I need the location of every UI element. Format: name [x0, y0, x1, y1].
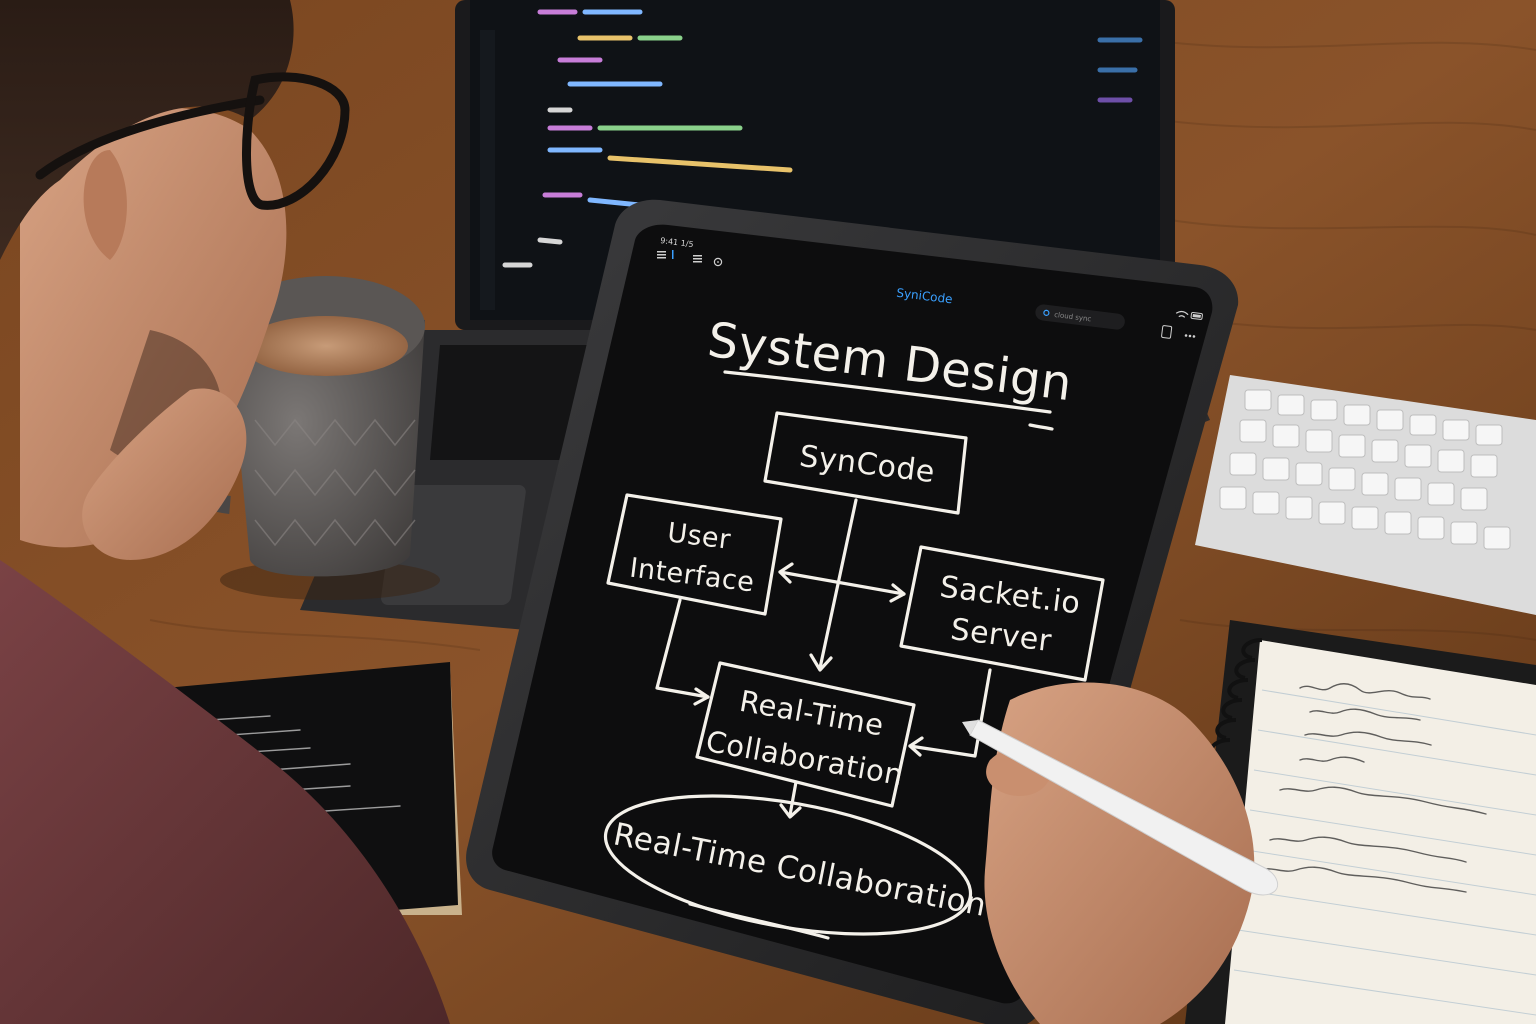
coffee	[244, 316, 408, 376]
list-icon[interactable]	[693, 255, 702, 263]
menu-icon[interactable]	[657, 251, 666, 259]
photo-scene: 9:41 1/5 SyniCode cloud sync System Desi…	[0, 0, 1536, 1024]
cursor-indicator	[672, 250, 674, 259]
